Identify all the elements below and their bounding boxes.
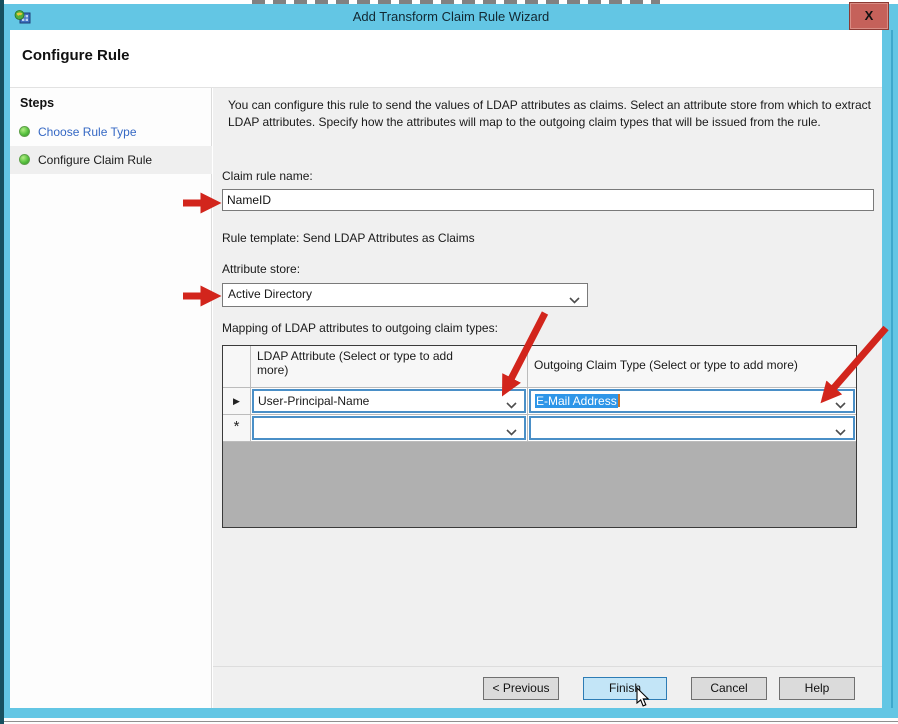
chevron-down-icon	[506, 425, 517, 439]
table-empty-area	[223, 442, 856, 527]
close-button[interactable]: X	[849, 2, 889, 30]
chevron-down-icon	[506, 398, 517, 412]
chevron-down-icon	[569, 293, 580, 307]
dialog-bottom-border	[4, 708, 898, 718]
dialog-right-edge-line	[891, 30, 893, 718]
dialog-right-border	[882, 30, 898, 718]
outgoing-claim-type-dropdown-row1[interactable]: E-Mail Address	[529, 389, 855, 413]
previous-button[interactable]: < Previous	[483, 677, 559, 700]
steps-heading: Steps	[20, 96, 54, 110]
finish-button[interactable]: Finish	[583, 677, 667, 700]
sidebar-item-configure-claim-rule[interactable]: Configure Claim Rule	[10, 146, 212, 174]
step-label: Choose Rule Type	[38, 125, 137, 139]
step-label: Configure Claim Rule	[38, 153, 152, 167]
claim-rule-name-input[interactable]	[222, 189, 874, 211]
step-completed-icon	[19, 154, 30, 165]
rule-template-text: Rule template: Send LDAP Attributes as C…	[222, 231, 475, 245]
current-row-icon: ▶	[223, 388, 250, 414]
table-cell: E-Mail Address	[528, 388, 856, 415]
mapping-table: LDAP Attribute (Select or type to add mo…	[222, 345, 857, 528]
table-cell	[251, 415, 528, 442]
new-row-icon: *	[223, 415, 250, 439]
window-title: Add Transform Claim Rule Wizard	[4, 9, 898, 24]
row-marker-cell: ▶	[223, 388, 251, 415]
rule-description: You can configure this rule to send the …	[228, 97, 880, 130]
chevron-down-icon	[835, 425, 846, 439]
ldap-attribute-value: User-Principal-Name	[258, 394, 369, 408]
background-window-bottom-strip	[0, 718, 898, 724]
text-caret	[618, 394, 620, 407]
title-bar[interactable]: Add Transform Claim Rule Wizard	[4, 4, 898, 30]
step-completed-icon	[19, 126, 30, 137]
outgoing-claim-type-value-selected: E-Mail Address	[535, 394, 618, 408]
ldap-attribute-dropdown-row2[interactable]	[252, 416, 526, 440]
column-header-label: LDAP Attribute (Select or type to add mo…	[257, 349, 477, 377]
attribute-store-value: Active Directory	[228, 287, 312, 301]
claim-rule-name-label: Claim rule name:	[222, 169, 313, 183]
header-cell-ldap-attribute: LDAP Attribute (Select or type to add mo…	[251, 346, 528, 388]
ldap-attribute-dropdown-row1[interactable]: User-Principal-Name	[252, 389, 526, 413]
attribute-store-label: Attribute store:	[222, 262, 300, 276]
column-header-label: Outgoing Claim Type (Select or type to a…	[534, 358, 798, 372]
chevron-down-icon	[835, 398, 846, 412]
outgoing-claim-type-dropdown-row2[interactable]	[529, 416, 855, 440]
header-cell-marker	[223, 346, 251, 388]
table-cell: User-Principal-Name	[251, 388, 528, 415]
mapping-label: Mapping of LDAP attributes to outgoing c…	[222, 321, 498, 335]
row-marker-cell: *	[223, 415, 251, 442]
table-cell	[528, 415, 856, 442]
sidebar-item-choose-rule-type[interactable]: Choose Rule Type	[10, 118, 212, 146]
background-bottom-line	[0, 721, 898, 722]
help-button[interactable]: Help	[779, 677, 855, 700]
steps-sidebar: Steps Choose Rule Type Configure Claim R…	[10, 88, 212, 708]
page-title: Configure Rule	[22, 47, 130, 64]
cancel-button[interactable]: Cancel	[691, 677, 767, 700]
attribute-store-dropdown[interactable]: Active Directory	[222, 283, 588, 307]
screen: Add Transform Claim Rule Wizard X Config…	[0, 0, 898, 724]
header-cell-outgoing-claim-type: Outgoing Claim Type (Select or type to a…	[528, 346, 856, 388]
